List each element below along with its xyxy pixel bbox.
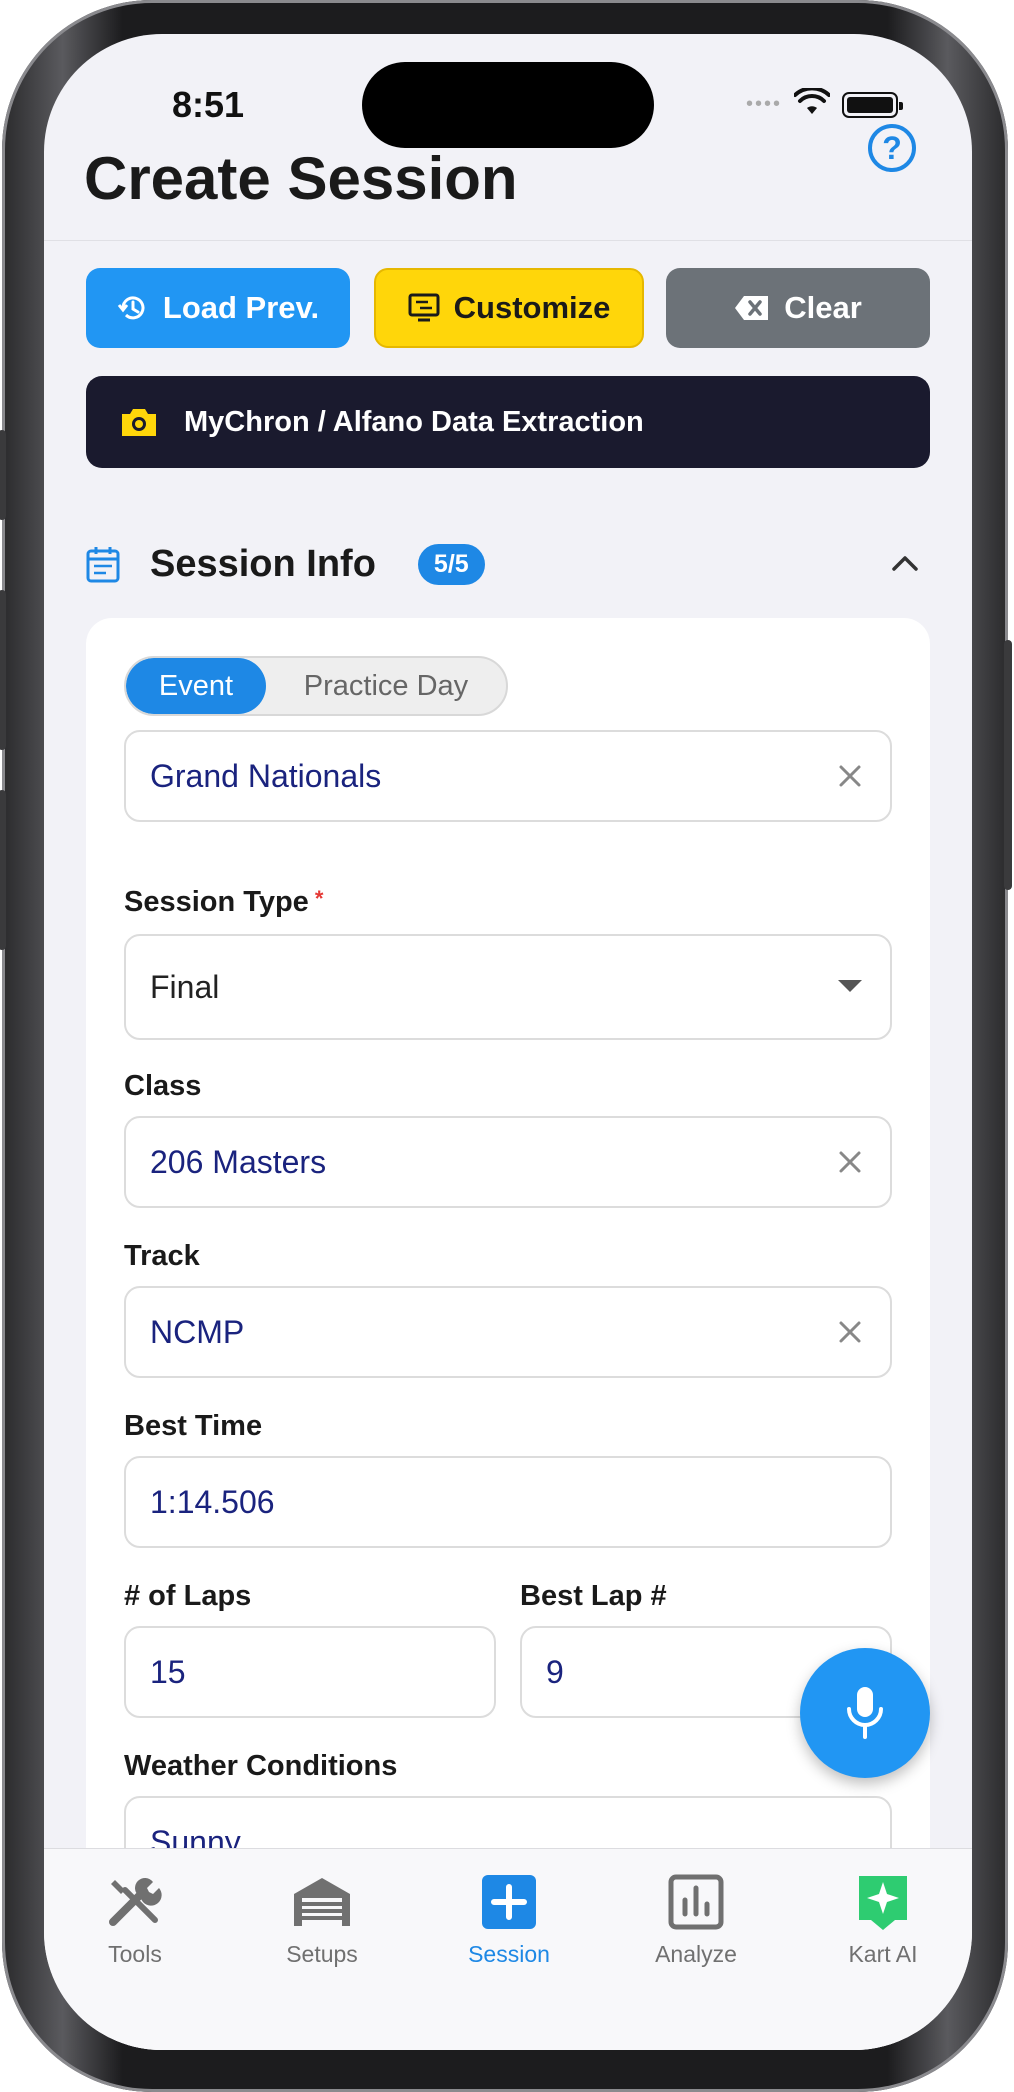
weather-label: Weather Conditions [124, 1750, 398, 1782]
chevron-up-icon[interactable] [888, 546, 922, 580]
clear-label: Clear [784, 290, 862, 325]
customize-label: Customize [453, 290, 611, 325]
event-name-field[interactable]: Grand Nationals [124, 730, 892, 822]
best-time-value: 1:14.506 [150, 1483, 275, 1520]
calendar-icon [86, 547, 120, 583]
tab-tools-label: Tools [108, 1941, 162, 1967]
tab-analyze-label: Analyze [655, 1941, 737, 1967]
tab-session[interactable]: Session [434, 1871, 584, 1968]
tab-session-label: Session [468, 1941, 550, 1967]
volume-down-button [0, 790, 6, 950]
tab-analyze[interactable]: Analyze [621, 1871, 771, 1968]
customize-icon [408, 293, 440, 322]
best-time-field[interactable]: 1:14.506 [124, 1456, 892, 1548]
backspace-icon [735, 296, 769, 320]
action-button [0, 430, 6, 520]
laps-value: 15 [150, 1653, 186, 1690]
session-type-value: Final [150, 968, 220, 1005]
event-type-toggle: Event Practice Day [124, 656, 508, 716]
garage-icon [291, 1871, 353, 1933]
help-button[interactable]: ? [868, 124, 916, 172]
session-info-header[interactable]: Session Info 5/5 [86, 534, 930, 594]
segment-event[interactable]: Event [126, 658, 266, 714]
bottom-tab-bar: Tools Setups Session Analyze Kart AI [44, 1848, 972, 2050]
data-extraction-button[interactable]: MyChron / Alfano Data Extraction [86, 376, 930, 468]
bar-chart-icon [665, 1871, 727, 1933]
battery-icon [842, 91, 903, 118]
phone-frame: 8:51 •••• ? Create Session Load Prev. Cu… [0, 0, 1012, 2092]
data-extraction-label: MyChron / Alfano Data Extraction [184, 405, 644, 438]
tab-kart-ai-label: Kart AI [848, 1941, 918, 1967]
tab-setups-label: Setups [286, 1941, 358, 1967]
required-marker: * [314, 886, 324, 911]
best-time-label: Best Time [124, 1410, 263, 1442]
session-type-label: Session Type * [124, 886, 323, 919]
wifi-icon [793, 86, 831, 121]
best-lap-label: Best Lap # [520, 1580, 667, 1612]
clear-button[interactable]: Clear [666, 268, 930, 348]
history-icon [117, 296, 145, 320]
microphone-icon [847, 1687, 883, 1739]
load-prev-label: Load Prev. [162, 290, 320, 325]
clear-field-icon[interactable] [832, 758, 868, 794]
help-icon: ? [882, 129, 902, 166]
page-title: Create Session [84, 145, 518, 212]
event-name-value: Grand Nationals [150, 757, 382, 794]
app-screen: 8:51 •••• ? Create Session Load Prev. Cu… [44, 34, 972, 2050]
session-info-card: Event Practice Day Grand Nationals Sessi… [86, 618, 930, 2050]
tab-tools[interactable]: Tools [60, 1871, 210, 1968]
dynamic-island [362, 62, 654, 148]
track-label: Track [124, 1240, 200, 1272]
camera-icon [122, 409, 156, 436]
session-type-label-text: Session Type [124, 886, 309, 918]
session-type-select[interactable]: Final [124, 934, 892, 1040]
load-prev-button[interactable]: Load Prev. [86, 268, 350, 348]
track-value: NCMP [150, 1313, 245, 1350]
power-button [1004, 640, 1012, 890]
segment-practice-day[interactable]: Practice Day [266, 658, 506, 714]
completion-badge: 5/5 [417, 543, 485, 585]
voice-input-button[interactable] [800, 1648, 930, 1778]
header-divider [44, 240, 972, 241]
clear-field-icon[interactable] [832, 1144, 868, 1180]
status-icons: •••• [745, 86, 903, 121]
laps-label: # of Laps [124, 1580, 252, 1612]
section-title: Session Info [150, 542, 376, 585]
laps-field[interactable]: 15 [124, 1626, 496, 1718]
clear-field-icon[interactable] [832, 1314, 868, 1350]
customize-button[interactable]: Customize [374, 268, 644, 348]
tab-kart-ai[interactable]: Kart AI [808, 1871, 958, 1968]
track-field[interactable]: NCMP [124, 1286, 892, 1378]
tab-setups[interactable]: Setups [247, 1871, 397, 1968]
plus-square-icon [478, 1871, 540, 1933]
best-lap-value: 9 [546, 1653, 564, 1690]
tools-icon [104, 1871, 166, 1933]
class-value: 206 Masters [150, 1143, 327, 1180]
dropdown-arrow-icon [838, 980, 862, 992]
status-time: 8:51 [172, 84, 245, 125]
class-field[interactable]: 206 Masters [124, 1116, 892, 1208]
signal-icon: •••• [745, 93, 782, 115]
class-label: Class [124, 1070, 202, 1102]
volume-up-button [0, 590, 6, 750]
sparkle-icon [852, 1871, 914, 1933]
